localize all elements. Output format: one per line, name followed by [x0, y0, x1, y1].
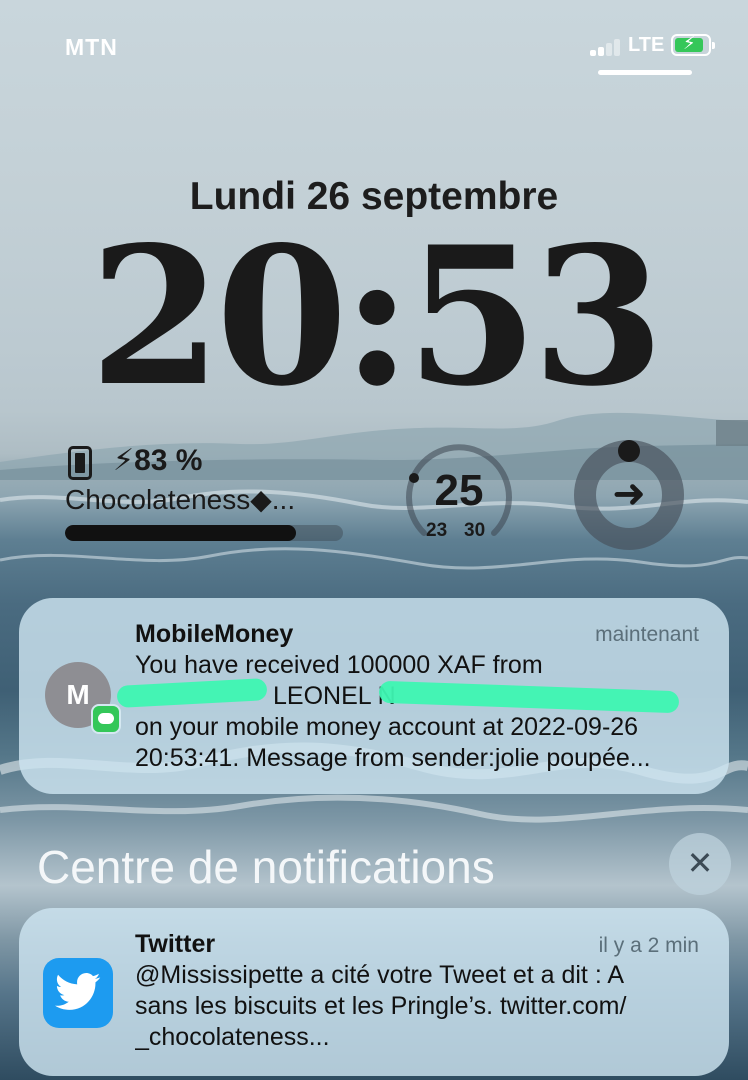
notification-body: You have received 100000 XAF from LEONEL…	[135, 650, 715, 774]
charging-bolt-icon: ⚡	[683, 33, 696, 53]
notification-app-name: MobileMoney	[135, 620, 294, 648]
activity-ring-dot	[618, 440, 640, 462]
weather-ring-widget[interactable]: 25 23 30	[402, 438, 516, 552]
notification-line: sans les biscuits et les Pringle’s. twit…	[135, 992, 627, 1020]
twitter-app-icon	[43, 958, 113, 1028]
activity-widget[interactable]: ➜	[574, 440, 684, 550]
device-name: Chocolateness◆...	[65, 484, 296, 515]
battery-widget[interactable]: ⚡83 % Chocolateness◆...	[65, 443, 345, 543]
notification-line: @Mississipette a cité votre Tweet et a d…	[135, 961, 625, 989]
battery-level-bar	[65, 525, 343, 541]
twitter-bird-icon	[55, 973, 101, 1010]
close-icon[interactable]: ✕	[669, 833, 731, 895]
temperature-value: 25	[434, 466, 484, 515]
phone-icon	[68, 446, 92, 480]
notification-center-title: Centre de notifications	[37, 841, 495, 893]
carrier-label: MTN	[65, 34, 118, 60]
notification-body: @Mississipette a cité votre Tweet et a d…	[135, 960, 715, 1053]
lockscreen-clock: 20:53	[89, 205, 665, 428]
notification-line: on your mobile money account at 2022-09-…	[135, 713, 639, 741]
battery-level-fill	[65, 525, 296, 541]
notification-time: maintenant	[595, 623, 699, 646]
network-type-label: LTE	[628, 34, 665, 56]
battery-icon: ⚡	[671, 33, 715, 56]
temperature-min: 23	[426, 520, 448, 541]
control-center-indicator[interactable]	[598, 70, 692, 75]
signal-strength-icon	[590, 38, 624, 56]
battery-percent: ⚡83 %	[113, 444, 203, 477]
notification-line: 20:53:41. Message from sender:jolie poup…	[135, 744, 651, 772]
notification-twitter[interactable]: Twitter il y a 2 min @Mississipette a ci…	[19, 908, 729, 1076]
notification-line: _chocolateness...	[135, 1023, 330, 1051]
notification-time: il y a 2 min	[598, 934, 699, 957]
arrow-right-icon: ➜	[612, 472, 646, 516]
notification-app-name: Twitter	[135, 930, 216, 958]
status-bar: MTN LTE ⚡	[0, 30, 748, 70]
messages-app-icon	[91, 704, 121, 734]
temperature-max: 30	[464, 520, 486, 541]
notification-line: You have received 100000 XAF from	[135, 651, 543, 679]
notification-mobilemoney[interactable]: M MobileMoney maintenant You have receiv…	[19, 598, 729, 794]
